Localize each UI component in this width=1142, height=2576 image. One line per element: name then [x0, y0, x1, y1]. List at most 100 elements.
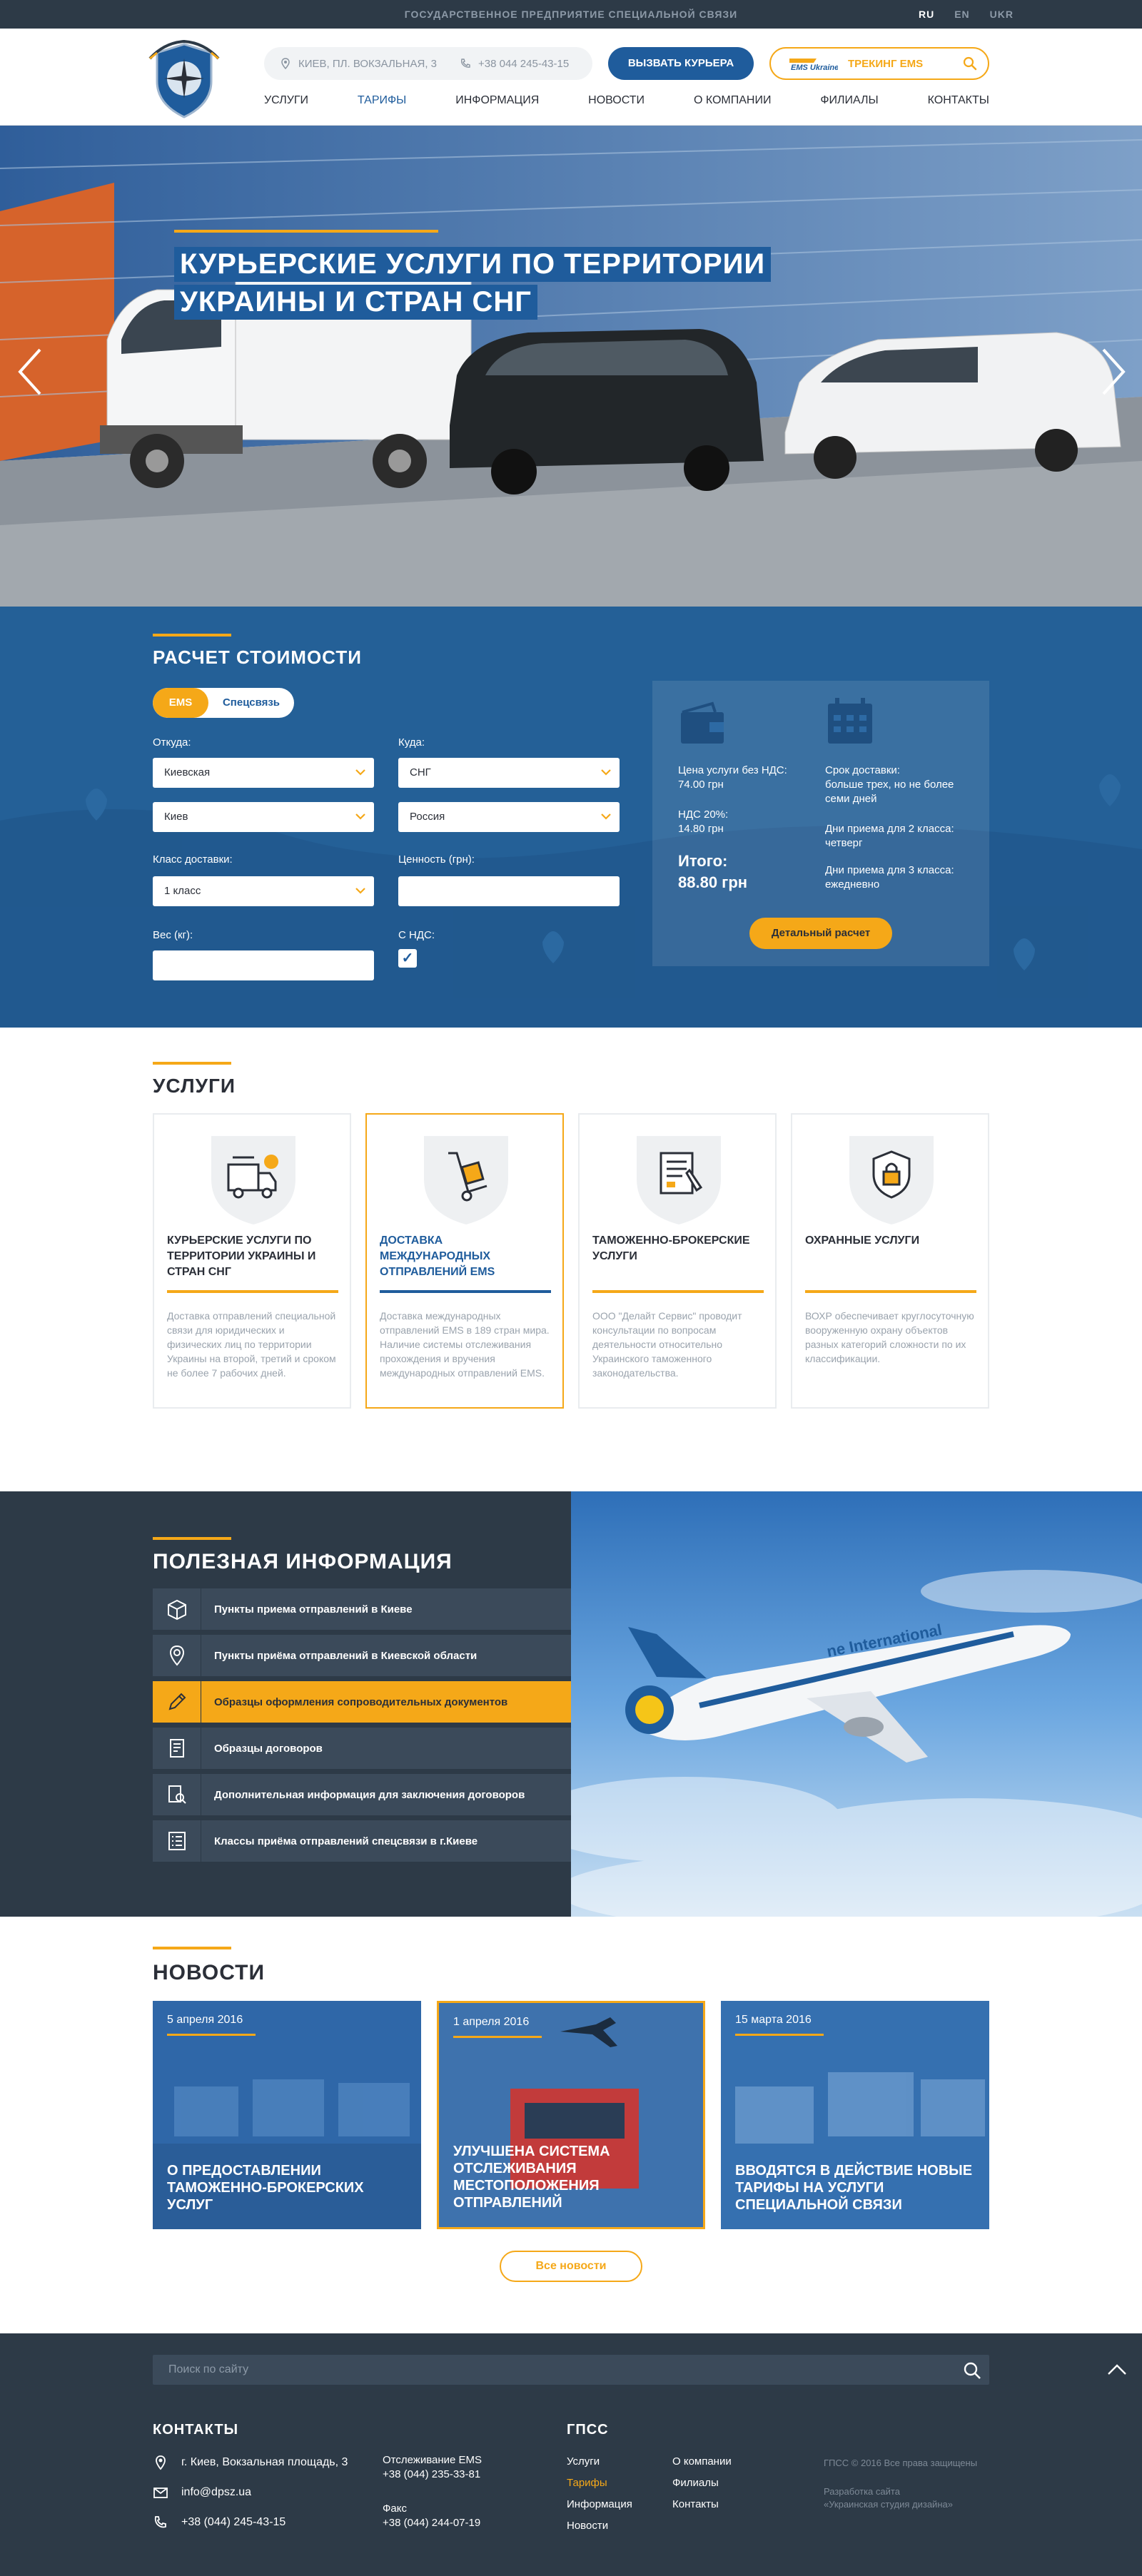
ems-logo: EMS Ukraine [788, 56, 838, 72]
from-region-select[interactable]: Киевская [153, 758, 374, 788]
to-region-select[interactable]: СНГ [398, 758, 620, 788]
footer-link-contacts[interactable]: Контакты [672, 2498, 719, 2512]
news-date-bar [167, 2034, 256, 2036]
header-phone[interactable]: +38 044 245-43-15 [478, 58, 569, 70]
language-switcher: RU EN UKR [919, 0, 1014, 29]
airplane-image: ne International [571, 1491, 1142, 1917]
nav-contacts[interactable]: КОНТАКТЫ [928, 94, 989, 107]
value-label: Ценность (грн): [398, 853, 475, 866]
info-item-label: Пункты приема отправлений в Киеве [214, 1603, 413, 1616]
footer-email-text[interactable]: info@dpsz.ua [181, 2486, 251, 2499]
calc-result-panel: Цена услуги без НДС: 74.00 грн НДС 20%: … [652, 681, 989, 966]
service-desc: Доставка международных отправлений EMS в… [380, 1310, 550, 1379]
services-section: УСЛУГИ КУРЬЕРСКИЕ УСЛУГИ ПО ТЕРРИТОРИИ У… [0, 1028, 1142, 1491]
site-search-input[interactable]: Поиск по сайту [153, 2355, 989, 2385]
service-title: ДОСТАВКА МЕЖДУНАРОДНЫХ ОТПРАВЛЕНИЙ EMS [380, 1234, 495, 1278]
header-address: КИЕВ, ПЛ. ВОКЗАЛЬНАЯ, 3 [298, 57, 437, 70]
hero-title: КУРЬЕРСКИЕ УСЛУГИ ПО ТЕРРИТОРИИ УКРАИНЫ … [174, 230, 772, 323]
footer-link-branches[interactable]: Филиалы [672, 2476, 719, 2490]
days3-label: Дни приема для 3 класса: [825, 864, 954, 876]
map-pin-icon [281, 58, 290, 69]
nav-branches[interactable]: ФИЛИАЛЫ [820, 94, 878, 107]
news-date-bar [735, 2034, 824, 2036]
nav-services[interactable]: УСЛУГИ [264, 94, 308, 107]
news-date-bar [453, 2036, 542, 2038]
weight-input[interactable] [153, 950, 374, 980]
footer-link-about[interactable]: О компании [672, 2455, 732, 2469]
from-region-value: Киевская [164, 766, 211, 779]
info-item-classes[interactable]: Классы приёма отправлений спецсвязи в г.… [153, 1820, 571, 1862]
days3-value: ежедневно [825, 878, 880, 891]
contacts-title: КОНТАКТЫ [153, 2422, 239, 2438]
info-title: ПОЛЕЗНАЯ ИНФОРМАЦИЯ [153, 1550, 453, 1573]
service-card-ems[interactable]: ДОСТАВКА МЕЖДУНАРОДНЫХ ОТПРАВЛЕНИЙ EMS Д… [365, 1113, 564, 1409]
info-item-region-points[interactable]: Пункты приёма отправлений в Киевской обл… [153, 1635, 571, 1676]
info-item-doc-samples[interactable]: Образцы оформления сопроводительных доку… [153, 1681, 571, 1723]
logo[interactable] [143, 39, 226, 121]
to-country-select[interactable]: Россия [398, 802, 620, 832]
hero-slider: КУРЬЕРСКИЕ УСЛУГИ ПО ТЕРРИТОРИИ УКРАИНЫ … [0, 126, 1142, 607]
info-item-label: Образцы оформления сопроводительных доку… [214, 1695, 508, 1708]
pencil-icon [168, 1693, 186, 1710]
info-item-contract-samples[interactable]: Образцы договоров [153, 1728, 571, 1769]
lang-ukr[interactable]: UKR [990, 9, 1014, 20]
ems-tracking-field[interactable]: EMS Ukraine ТРЕКИНГ EMS [769, 47, 989, 80]
nav-information[interactable]: ИНФОРМАЦИЯ [455, 94, 539, 107]
hero-title-line1: КУРЬЕРСКИЕ УСЛУГИ ПО ТЕРРИТОРИИ [174, 247, 772, 282]
from-city-select[interactable]: Киев [153, 802, 374, 832]
footer-link-information[interactable]: Информация [567, 2498, 632, 2512]
footer-email[interactable]: info@dpsz.ua [153, 2485, 251, 2500]
from-city-value: Киев [164, 811, 188, 823]
nav-about[interactable]: О КОМПАНИИ [694, 94, 772, 107]
slider-next-arrow-icon[interactable] [1099, 347, 1128, 397]
search-icon[interactable] [962, 56, 978, 71]
footer-fax-label: Факс [383, 2503, 407, 2515]
hero-image [0, 126, 1142, 607]
chevron-down-icon [355, 888, 365, 894]
term-value: больше трех, но не более семи дней [825, 779, 954, 805]
delivery-class-select[interactable]: 1 класс [153, 876, 374, 906]
service-bar [592, 1290, 764, 1293]
price-label: Цена услуги без НДС: [678, 764, 787, 776]
lang-en[interactable]: EN [954, 9, 969, 20]
main-nav: УСЛУГИ ТАРИФЫ ИНФОРМАЦИЯ НОВОСТИ О КОМПА… [264, 94, 989, 107]
truck-icon [211, 1136, 295, 1224]
developer-line2[interactable]: «Украинская студия дизайна» [824, 2498, 953, 2512]
footer-phone-text[interactable]: +38 (044) 245-43-15 [181, 2516, 286, 2529]
service-title: ТАМОЖЕННО-БРОКЕРСКИЕ УСЛУГИ [592, 1234, 750, 1262]
declared-value-input[interactable] [398, 876, 620, 906]
tab-ems[interactable]: EMS [153, 688, 208, 718]
vat-checkbox[interactable]: ✓ [398, 949, 417, 968]
service-card-courier[interactable]: КУРЬЕРСКИЕ УСЛУГИ ПО ТЕРРИТОРИИ УКРАИНЫ … [153, 1113, 351, 1409]
news-card[interactable]: 1 апреля 2016 УЛУЧШЕНА СИСТЕМА ОТСЛЕЖИВА… [437, 2001, 705, 2229]
info-item-kyiv-points[interactable]: Пункты приема отправлений в Киеве [153, 1588, 571, 1630]
lang-ru[interactable]: RU [919, 9, 934, 20]
news-card[interactable]: 5 апреля 2016 О ПРЕДОСТАВЛЕНИИ ТАМОЖЕННО… [153, 2001, 421, 2229]
footer-ems-phone[interactable]: +38 (044) 235-33-81 [383, 2468, 480, 2482]
all-news-button[interactable]: Все новости [500, 2251, 642, 2282]
service-bar [167, 1290, 338, 1293]
search-placeholder: Поиск по сайту [168, 2363, 249, 2375]
news-card[interactable]: 15 марта 2016 ВВОДЯТСЯ В ДЕЙСТВИЕ НОВЫЕ … [721, 2001, 989, 2229]
map-pin-icon [169, 1645, 184, 1666]
news-title-text: УЛУЧШЕНА СИСТЕМА ОТСЛЕЖИВАНИЯ МЕСТОПОЛОЖ… [453, 2144, 610, 2211]
search-icon[interactable] [962, 2361, 982, 2380]
footer-phone[interactable]: +38 (044) 245-43-15 [153, 2515, 286, 2530]
tab-special[interactable]: Спецсвязь [208, 688, 294, 718]
footer-link-news[interactable]: Новости [567, 2519, 608, 2533]
info-item-additional[interactable]: Дополнительная информация для заключения… [153, 1774, 571, 1815]
footer-link-tariffs[interactable]: Тарифы [567, 2476, 607, 2490]
phone-icon [460, 59, 470, 68]
envelope-icon [153, 2488, 168, 2498]
cost-calculator: РАСЧЕТ СТОИМОСТИ EMS Спецсвязь Откуда: К… [0, 607, 1142, 1028]
nav-news[interactable]: НОВОСТИ [588, 94, 645, 107]
nav-tariffs[interactable]: ТАРИФЫ [358, 94, 406, 107]
service-card-customs[interactable]: ТАМОЖЕННО-БРОКЕРСКИЕ УСЛУГИ ООО "Делайт … [578, 1113, 777, 1409]
detailed-calc-button[interactable]: Детальный расчет [749, 918, 892, 949]
footer-link-services[interactable]: Услуги [567, 2455, 600, 2469]
service-card-security[interactable]: ОХРАННЫЕ УСЛУГИ ВОХР обеспечивает кругло… [791, 1113, 989, 1409]
slider-prev-arrow-icon[interactable] [16, 347, 44, 397]
service-desc: ООО "Делайт Сервис" проводит консультаци… [592, 1310, 742, 1379]
scroll-to-top-icon[interactable] [1106, 2362, 1128, 2376]
call-courier-button[interactable]: ВЫЗВАТЬ КУРЬЕРА [608, 47, 754, 80]
